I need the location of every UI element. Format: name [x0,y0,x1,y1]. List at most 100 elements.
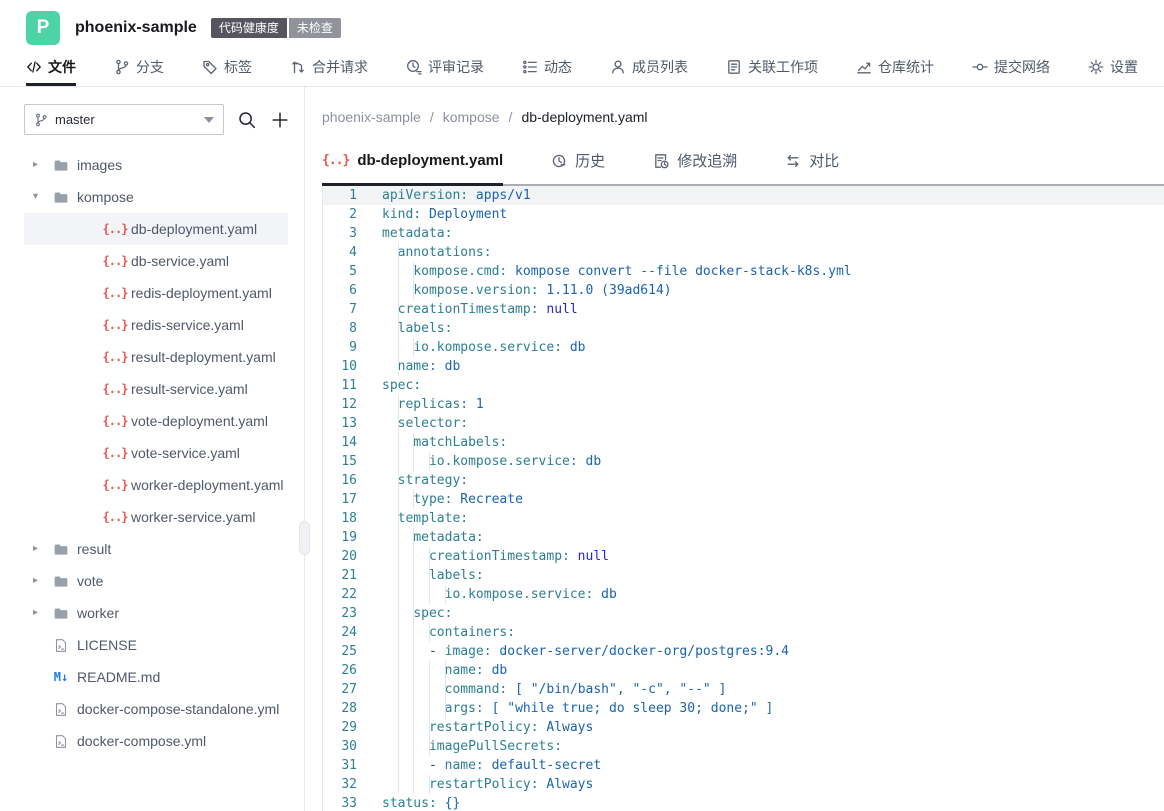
tree-folder-worker[interactable]: ▸ worker [24,597,288,629]
code-line-content: args: [ "while true; do sleep 30; done;"… [382,699,1164,718]
code-line-content: spec: [382,604,1164,623]
tree-item-label: redis-deployment.yaml [131,285,272,301]
caret-right-icon[interactable]: ▸ [33,160,46,170]
code-line: 11 spec: [323,376,1164,395]
line-number: 31 [341,758,357,773]
nav-tab-label: 文件 [48,59,76,75]
nav-tab-work-items[interactable]: 关联工作项 [726,59,818,86]
code-line-content: restartPolicy: Always [382,718,1164,737]
caret-down-icon[interactable]: ▾ [33,192,46,202]
code-line-content: kompose.cmd: kompose convert --file dock… [382,262,1164,281]
file-tab-label: 修改追溯 [677,153,738,170]
breadcrumb: phoenix-sample / kompose / db-deployment… [322,109,1164,125]
file-tab-history[interactable]: 历史 [551,150,605,184]
line-number: 16 [341,473,357,488]
nav-tab-branches[interactable]: 分支 [114,59,164,86]
yaml-file-icon: {..} [102,446,129,460]
line-number: 26 [341,663,357,678]
nav-tab-members[interactable]: 成员列表 [610,59,688,86]
project-header: P phoenix-sample 代码健康度 未检查 [0,0,1164,53]
tree-item-label: LICENSE [77,637,137,653]
tree-file-redis-service.yaml[interactable]: {..} redis-service.yaml [24,309,288,341]
yaml-file-icon: {..} [102,510,129,524]
nav-tab-merge-requests[interactable]: 合并请求 [290,59,368,86]
tree-file-result-deployment.yaml[interactable]: {..} result-deployment.yaml [24,341,288,373]
repo-file-browser: P phoenix-sample 代码健康度 未检查 文件 分支 标签 合并请求 评审记… [0,0,1164,811]
line-number: 30 [341,739,357,754]
tree-file-vote-service.yaml[interactable]: {..} vote-service.yaml [24,437,288,469]
nav-tab-reviews[interactable]: 评审记录 [406,59,484,86]
code-line-content: kind: Deployment [382,207,508,222]
code-line-content: annotations: [397,243,492,262]
caret-right-icon[interactable]: ▸ [33,576,46,586]
tree-file-vote-deployment.yaml[interactable]: {..} vote-deployment.yaml [24,405,288,437]
line-number: 29 [341,720,357,735]
code-line: 15 io.kompose.service: db [323,452,1164,471]
tree-file-db-service.yaml[interactable]: {..} db-service.yaml [24,245,288,277]
breadcrumb-folder[interactable]: kompose [443,109,500,125]
code-line-content: strategy: [397,471,469,490]
yaml-file-icon: {..} [102,254,129,268]
code-line: 16 strategy: [323,471,1164,490]
review-icon [406,59,422,75]
tree-folder-vote[interactable]: ▸ vote [24,565,288,597]
tree-item-label: vote-deployment.yaml [131,413,268,429]
tree-file-worker-deployment.yaml[interactable]: {..} worker-deployment.yaml [24,469,288,501]
code-line-content: matchLabels: [382,433,1164,452]
nav-tab-repo-stats[interactable]: 仓库统计 [856,59,934,86]
tree-file-LICENSE[interactable]: LICENSE [24,629,288,661]
nav-tab-tags[interactable]: 标签 [202,59,252,86]
tree-folder-kompose[interactable]: ▾ kompose [24,181,288,213]
tree-item-label: result-deployment.yaml [131,349,276,365]
caret-right-icon[interactable]: ▸ [33,544,46,554]
tree-item-label: worker [77,605,120,621]
file-tab-compare[interactable]: 对比 [785,150,839,184]
line-number: 2 [349,207,357,222]
code-editor[interactable]: 1 apiVersion: apps/v1 2 kind: Deployment 3 me… [322,186,1164,811]
stats-icon [856,59,872,75]
search-icon[interactable] [237,110,257,130]
tree-item-label: images [77,157,123,173]
tree-file-README.md[interactable]: M↓ README.md [24,661,288,693]
file-tab-file[interactable]: {..} db-deployment.yaml [322,150,504,186]
tree-item-label: result-service.yaml [131,381,248,397]
line-number: 27 [341,682,357,697]
branch-selector[interactable]: master [24,104,224,135]
code-line-content: spec: [382,378,422,393]
tree-file-docker-compose.yml[interactable]: docker-compose.yml [24,725,288,757]
tree-folder-result[interactable]: ▸ result [24,533,288,565]
breadcrumb-repo[interactable]: phoenix-sample [322,109,421,125]
folder-icon [52,606,70,621]
code-line: 8 labels: [323,319,1164,338]
add-file-icon[interactable] [270,110,290,130]
nav-tab-commit-network[interactable]: 提交网络 [972,59,1050,86]
line-number: 13 [341,416,357,431]
tree-folder-images[interactable]: ▸ images [24,149,288,181]
nav-tab-files[interactable]: 文件 [26,59,76,86]
code-line: 18 template: [323,509,1164,528]
nav-tab-label: 提交网络 [994,59,1050,75]
tree-file-result-service.yaml[interactable]: {..} result-service.yaml [24,373,288,405]
tree-file-db-deployment.yaml[interactable]: {..} db-deployment.yaml [24,213,288,245]
tree-file-docker-compose-standalone.yml[interactable]: docker-compose-standalone.yml [24,693,288,725]
nav-tab-settings[interactable]: 设置 [1088,59,1138,86]
code-line: 1 apiVersion: apps/v1 [323,186,1164,205]
code-line: 28 args: [ "while true; do sleep 30; don… [323,699,1164,718]
nav-tab-activity[interactable]: 动态 [522,59,572,86]
caret-right-icon[interactable]: ▸ [33,608,46,618]
file-tab-blame[interactable]: 修改追溯 [653,150,737,184]
code-line: 14 matchLabels: [323,433,1164,452]
code-line: 4 annotations: [323,243,1164,262]
nav-tab-label: 合并请求 [312,59,368,75]
nav-tab-label: 仓库统计 [878,59,934,75]
tree-file-redis-deployment.yaml[interactable]: {..} redis-deployment.yaml [24,277,288,309]
nav-tab-label: 标签 [224,59,252,75]
page-body: master ▸ images ▾ kompose {..} db-deployment.… [0,87,1164,811]
code-line: 23 spec: [323,604,1164,623]
line-number: 5 [349,264,357,279]
project-logo[interactable]: P [26,11,60,45]
branch-icon [114,59,130,75]
code-line-content: - name: default-secret [382,756,1164,775]
sidebar-collapse-handle[interactable] [299,521,310,555]
tree-file-worker-service.yaml[interactable]: {..} worker-service.yaml [24,501,288,533]
